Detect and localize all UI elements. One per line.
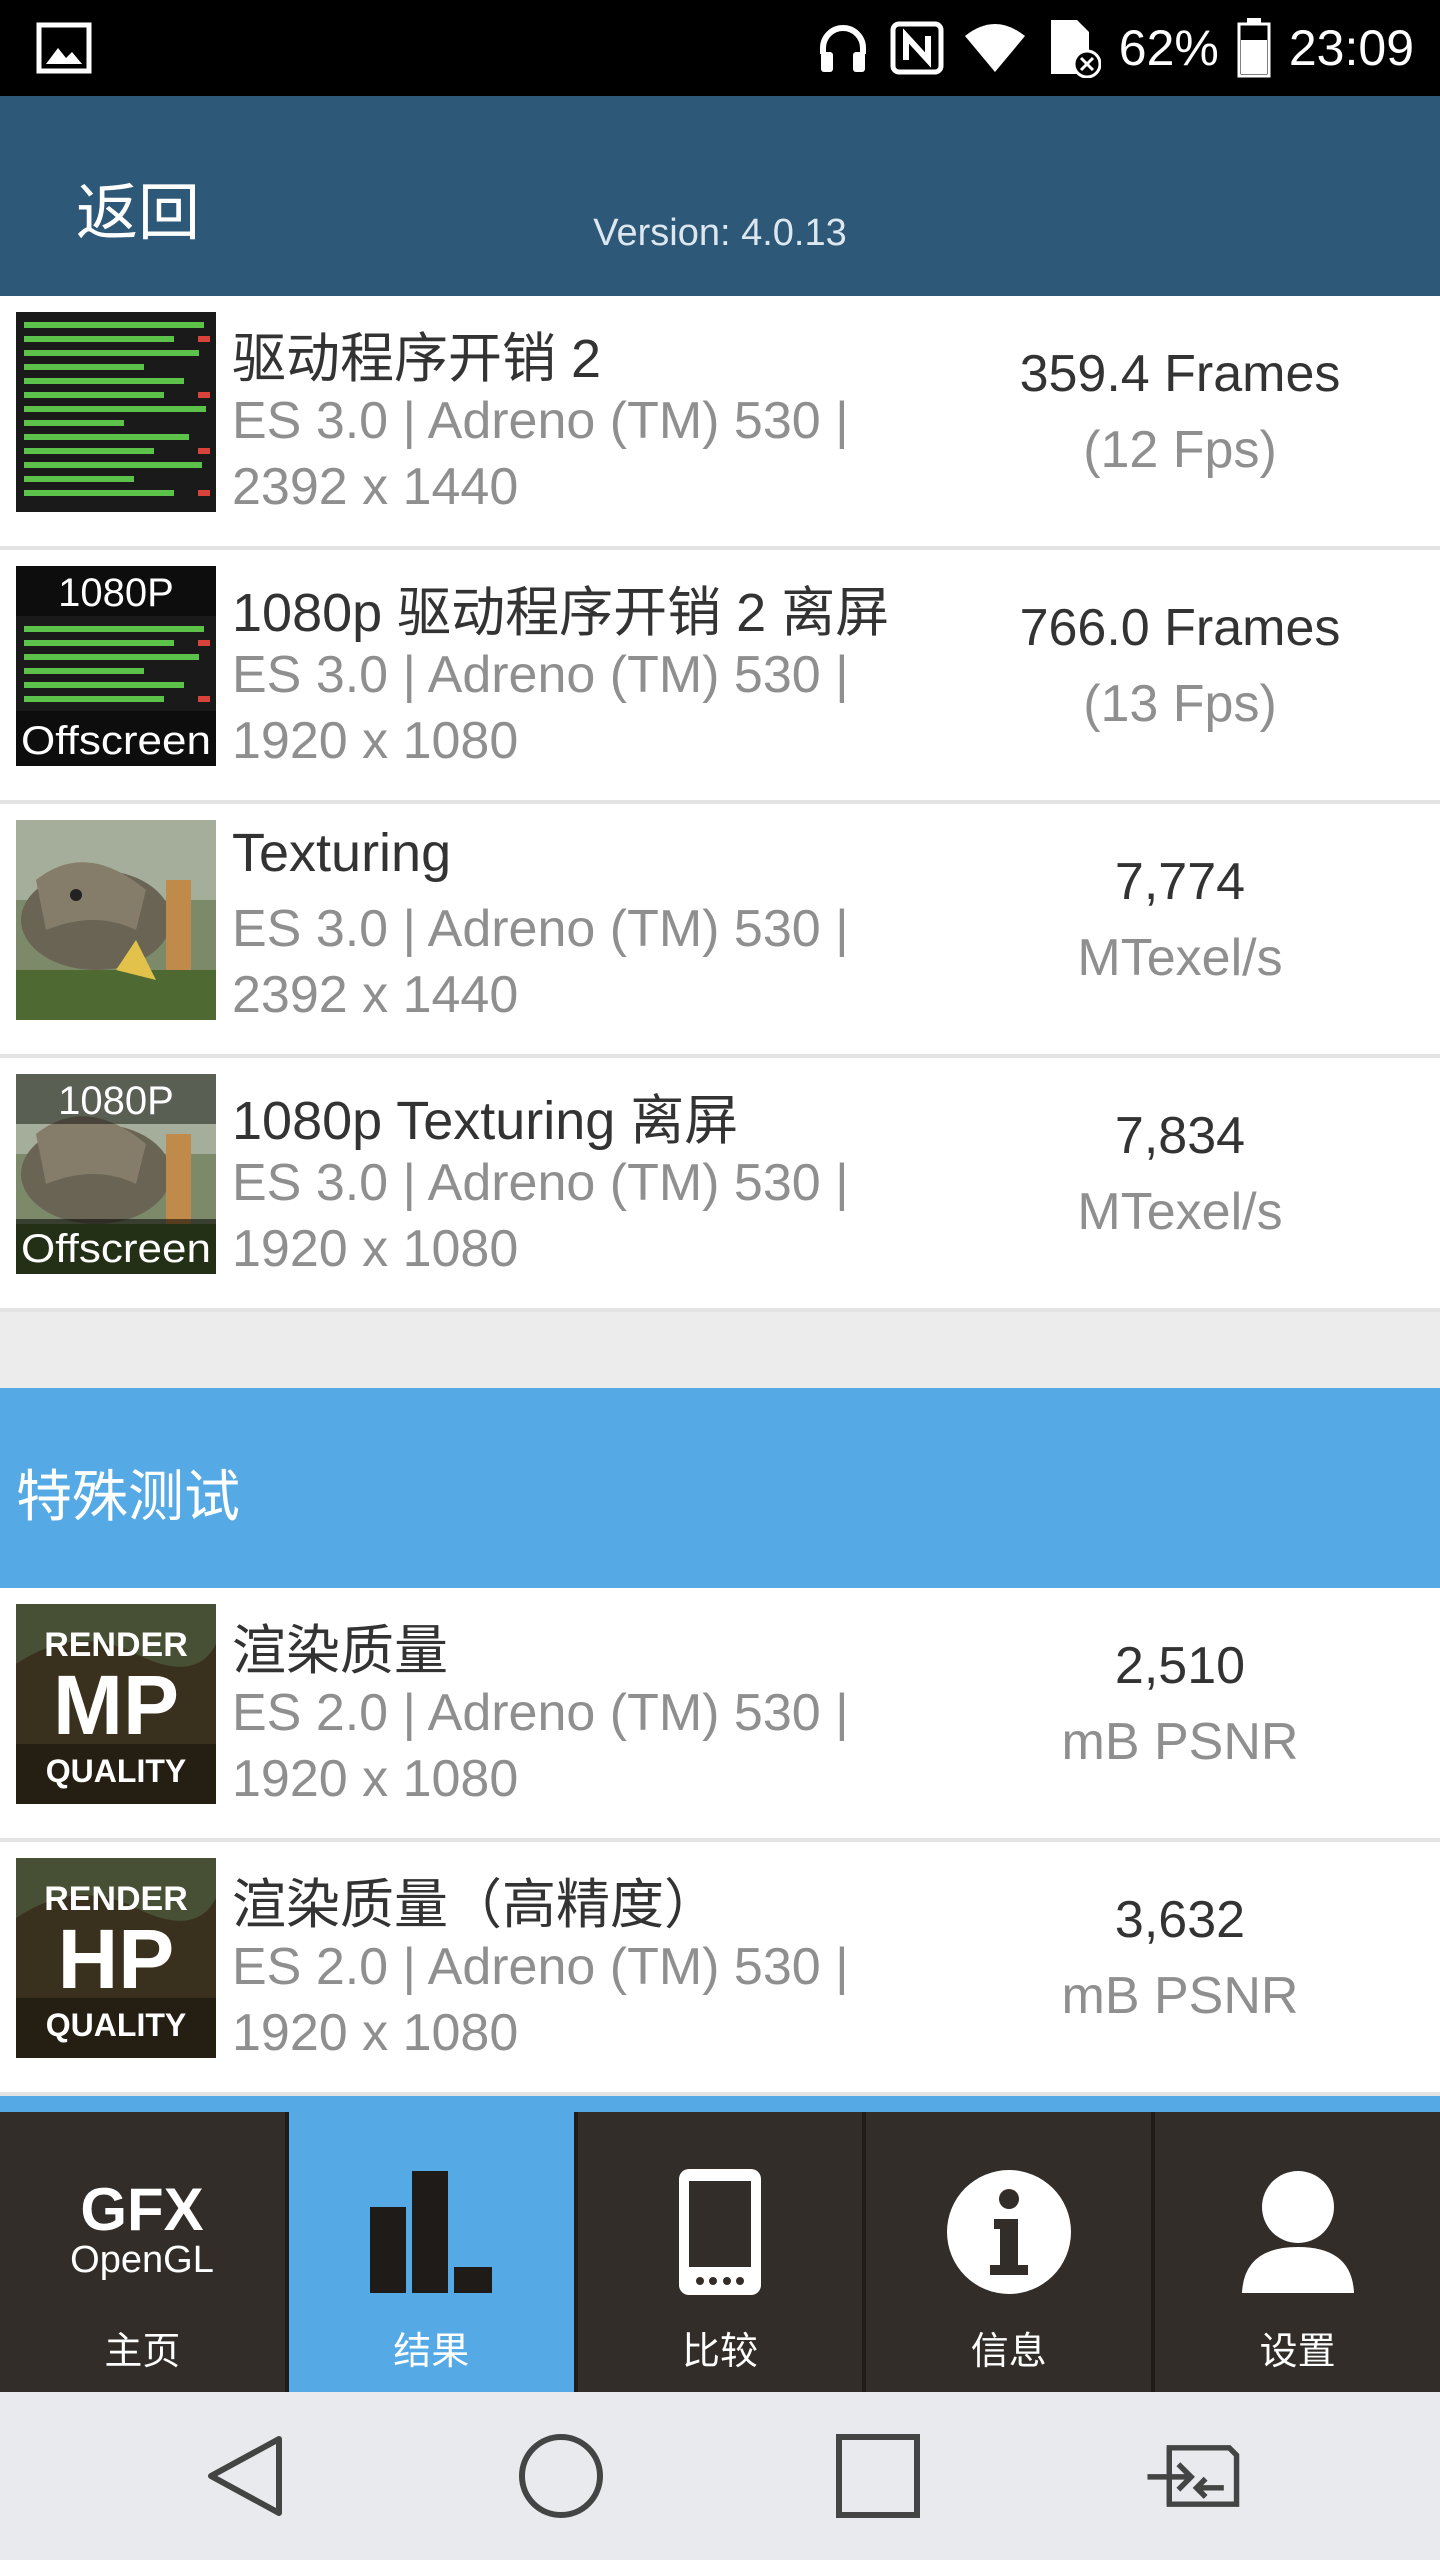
test-details: ES 3.0 | Adreno (TM) 530 | 1920 x 1080: [232, 1154, 849, 1278]
result-row[interactable]: Texturing ES 3.0 | Adreno (TM) 530 | 239…: [0, 804, 1440, 1058]
logo-gfx: GFX: [81, 2176, 204, 2243]
test-title: 驱动程序开销 2: [232, 329, 602, 389]
tab-label: 主页: [104, 2329, 181, 2373]
nfc-icon: [889, 20, 945, 76]
sim-blocked-icon: [1045, 18, 1101, 78]
clock: 23:09: [1288, 20, 1414, 76]
render-quality-hp-thumbnail: RENDER HP QUALITY: [16, 1858, 216, 2058]
score-value: 3,632: [1114, 1891, 1246, 1949]
test-title: Texturing: [232, 823, 452, 883]
section-title: 特殊测试: [16, 1465, 240, 1530]
test-details: ES 2.0 | Adreno (TM) 530 | 1920 x 1080: [232, 1938, 849, 2062]
tab-label: 结果: [393, 2329, 470, 2373]
test-score: 7,834 MTexel/s: [920, 1098, 1440, 1250]
test-details: ES 3.0 | Adreno (TM) 530 | 2392 x 1440: [232, 900, 849, 1024]
score-unit: mB PSNR: [1061, 1967, 1299, 2025]
test-score: 7,774 MTexel/s: [920, 844, 1440, 996]
status-bar: 62% 23:09: [0, 0, 1440, 96]
badge-1080p: 1080P: [58, 571, 174, 615]
test-title: 渲染质量（高精度）: [232, 1875, 718, 1935]
bar-chart-icon: [289, 2162, 574, 2302]
tab-info[interactable]: 信息: [866, 2112, 1156, 2392]
badge-quality: QUALITY: [46, 2007, 186, 2043]
tab-compare[interactable]: 比较: [577, 2112, 867, 2392]
test-title: 渲染质量: [232, 1621, 448, 1681]
test-title: 1080p Texturing 离屏: [232, 1091, 739, 1151]
score-unit: (13 Fps): [1083, 675, 1277, 733]
switch-sim-icon[interactable]: [1142, 2426, 1242, 2526]
badge-1080p: 1080P: [58, 1079, 174, 1123]
tab-settings[interactable]: 设置: [1155, 2112, 1440, 2392]
battery-icon: [1237, 18, 1271, 78]
badge-offscreen: Offscreen: [21, 1227, 211, 1271]
info-icon: [866, 2162, 1151, 2302]
system-nav-bar: [0, 2392, 1440, 2560]
score-unit: MTexel/s: [1077, 1183, 1283, 1241]
score-value: 766.0 Frames: [1019, 599, 1341, 657]
recents-icon[interactable]: [828, 2426, 928, 2526]
gfx-opengl-logo-icon: GFX OpenGL: [0, 2162, 285, 2302]
test-details: ES 3.0 | Adreno (TM) 530 | 2392 x 1440: [232, 392, 849, 516]
logo-opengl: OpenGL: [71, 2239, 215, 2281]
result-row[interactable]: RENDER MP QUALITY 渲染质量 ES 2.0 | Adreno (…: [0, 1588, 1440, 1842]
test-score: 2,510 mB PSNR: [920, 1628, 1440, 1780]
test-score: 359.4 Frames (12 Fps): [920, 336, 1440, 488]
headset-icon: [815, 20, 871, 76]
driver-overhead-thumbnail: [16, 312, 216, 512]
result-row[interactable]: 1080P Offscreen 1080p 驱动程序开销 2 离屏 ES 3.0…: [0, 550, 1440, 804]
score-value: 7,834: [1114, 1107, 1246, 1165]
score-unit: mB PSNR: [1061, 1713, 1299, 1771]
score-value: 2,510: [1114, 1637, 1246, 1695]
tab-label: 设置: [1259, 2329, 1336, 2373]
phone-icon: [578, 2162, 863, 2302]
score-unit: MTexel/s: [1077, 929, 1283, 987]
version-label: Version: 4.0.13: [593, 212, 847, 254]
driver-overhead-offscreen-thumbnail: 1080P Offscreen: [16, 566, 216, 766]
tab-home[interactable]: GFX OpenGL 主页: [0, 2112, 289, 2392]
result-row[interactable]: 驱动程序开销 2 ES 3.0 | Adreno (TM) 530 | 2392…: [0, 296, 1440, 550]
badge-quality: QUALITY: [46, 1753, 186, 1789]
test-score: 3,632 mB PSNR: [920, 1882, 1440, 2034]
result-row[interactable]: 1080P Offscreen 1080p Texturing 离屏 ES 3.…: [0, 1058, 1440, 1312]
badge-hp: HP: [58, 1912, 175, 2006]
badge-offscreen: Offscreen: [21, 719, 211, 763]
test-details: ES 3.0 | Adreno (TM) 530 | 1920 x 1080: [232, 646, 849, 770]
badge-mp: MP: [53, 1658, 179, 1752]
battery-percent: 62%: [1118, 20, 1219, 76]
special-tests-header: 特殊测试: [0, 1388, 1440, 1588]
back-icon[interactable]: [196, 2426, 296, 2526]
texturing-thumbnail: [16, 820, 216, 1020]
texturing-offscreen-thumbnail: 1080P Offscreen: [16, 1074, 216, 1274]
wifi-icon: [963, 20, 1027, 76]
bottom-tab-bar: GFX OpenGL 主页 结果 比较 信息 设置: [0, 2096, 1440, 2392]
test-score: 766.0 Frames (13 Fps): [920, 590, 1440, 742]
test-details: ES 2.0 | Adreno (TM) 530 | 1920 x 1080: [232, 1684, 849, 1808]
tab-label: 比较: [681, 2329, 758, 2373]
tab-results[interactable]: 结果: [288, 2112, 578, 2392]
score-unit: (12 Fps): [1083, 421, 1277, 479]
tab-label: 信息: [970, 2329, 1047, 2373]
user-icon: [1155, 2162, 1440, 2302]
render-quality-mp-thumbnail: RENDER MP QUALITY: [16, 1604, 216, 1804]
home-icon[interactable]: [511, 2426, 611, 2526]
score-value: 7,774: [1114, 853, 1246, 911]
app-header: 返回: [0, 96, 1440, 296]
results-list: 驱动程序开销 2 ES 3.0 | Adreno (TM) 530 | 2392…: [0, 296, 1440, 2096]
section-gap: [0, 1312, 1440, 1388]
result-row[interactable]: RENDER HP QUALITY 渲染质量（高精度） ES 2.0 | Adr…: [0, 1842, 1440, 2096]
image-notification-icon: [36, 22, 92, 74]
test-title: 1080p 驱动程序开销 2 离屏: [232, 583, 890, 643]
score-value: 359.4 Frames: [1019, 345, 1341, 403]
